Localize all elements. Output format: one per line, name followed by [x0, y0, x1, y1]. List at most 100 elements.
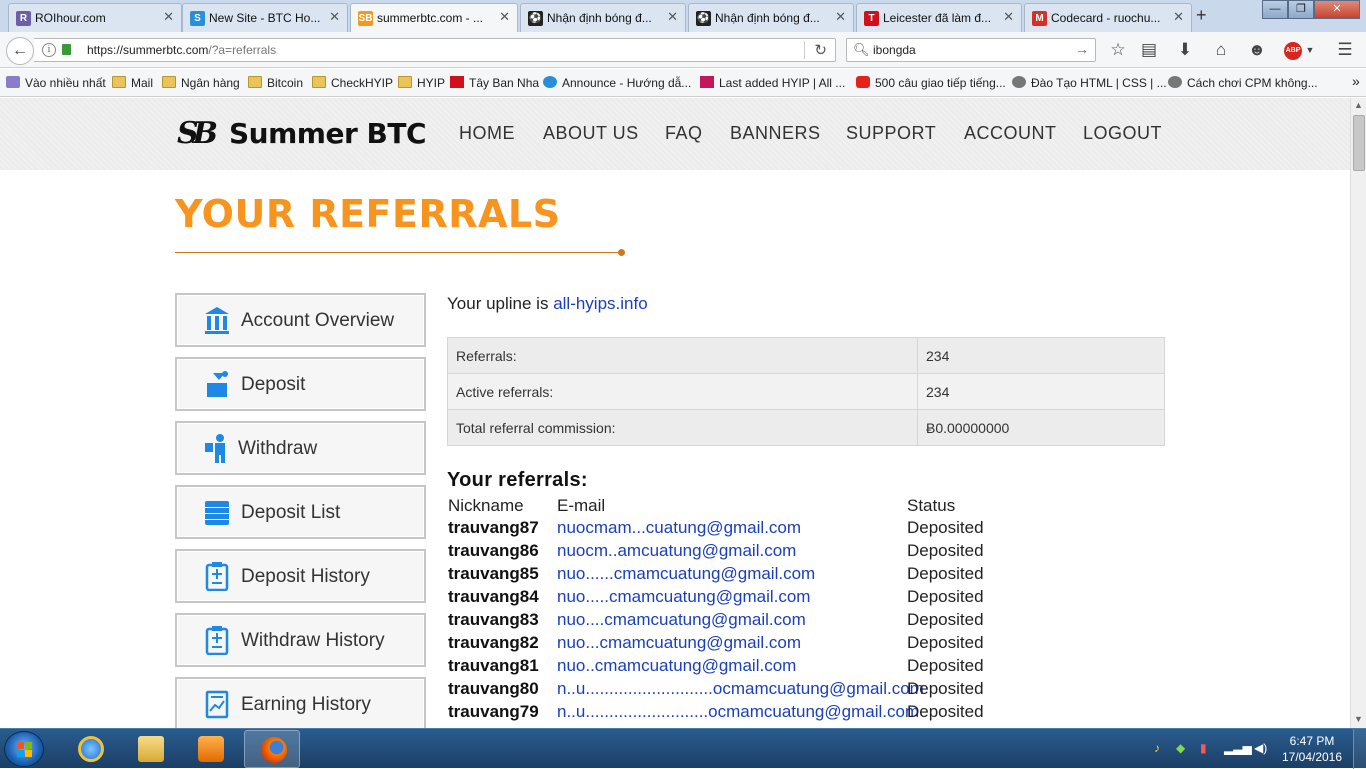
volume-icon[interactable]: ♪ — [1154, 741, 1160, 755]
reload-icon[interactable]: ↻ — [814, 41, 827, 59]
speaker-icon[interactable]: ◀) — [1254, 741, 1267, 755]
sidebar-withdraw-button[interactable]: Withdraw — [175, 421, 426, 475]
referrals-heading: Your referrals: — [447, 469, 588, 491]
taskbar-internet-explorer[interactable] — [62, 730, 118, 768]
sidebar-deposit-list-button[interactable]: Deposit List — [175, 485, 426, 539]
sidebar-withdraw-history-button[interactable]: Withdraw History — [175, 613, 426, 667]
tab-close-icon[interactable]: ✕ — [1003, 9, 1014, 25]
url-text[interactable]: https://summerbtc.com/?a=referrals — [87, 43, 276, 57]
taskbar-firefox[interactable] — [244, 730, 300, 768]
referral-email-link[interactable]: nuo...cmamcuatung@gmail.com — [557, 633, 801, 653]
sidebar-label: Deposit — [241, 374, 306, 395]
referral-email-link[interactable]: n..u...........................ocmamcuat… — [557, 679, 924, 699]
bookmark-item[interactable]: Vào nhiều nhất — [6, 76, 106, 90]
sidebar-account-overview-button[interactable]: Account Overview — [175, 293, 426, 347]
browser-tab[interactable]: ⚽ Nhận định bóng đ... ✕ — [520, 3, 686, 32]
tab-close-icon[interactable]: ✕ — [499, 9, 510, 25]
signal-icon[interactable]: ▂▃▅ — [1224, 741, 1252, 755]
show-desktop-button[interactable] — [1353, 729, 1366, 769]
system-clock[interactable]: 6:47 PM 17/04/2016 — [1280, 733, 1344, 765]
folder-icon — [112, 76, 126, 88]
tab-close-icon[interactable]: ✕ — [1173, 9, 1184, 25]
browser-tab[interactable]: ⚽ Nhận định bóng đ... ✕ — [688, 3, 854, 32]
referral-status: Deposited — [907, 564, 984, 583]
youtube-icon — [856, 76, 870, 88]
maximize-button[interactable]: ❐ — [1288, 0, 1314, 19]
stats-label: Total referral commission: — [447, 409, 918, 446]
info-icon[interactable]: i — [42, 43, 56, 57]
sidebar-deposit-button[interactable]: Deposit — [175, 357, 426, 411]
bookmark-item[interactable]: Announce - Hướng dẫ... — [543, 76, 691, 90]
nav-logout[interactable]: LOGOUT — [1083, 123, 1162, 144]
browser-tab[interactable]: SB summerbtc.com - ... ✕ — [350, 3, 518, 33]
bookmark-item[interactable]: Bitcoin — [248, 76, 303, 90]
dropdown-icon[interactable]: ▼ — [1298, 45, 1322, 55]
browser-tab[interactable]: T Leicester đã làm đ... ✕ — [856, 3, 1022, 32]
nav-about-us[interactable]: ABOUT US — [543, 123, 639, 144]
bookmark-item[interactable]: Đào Tạo HTML | CSS | ... — [1012, 76, 1167, 90]
scroll-down-icon[interactable]: ▼ — [1354, 714, 1363, 724]
referral-email-link[interactable]: nuo....cmamcuatung@gmail.com — [557, 610, 806, 630]
home-icon[interactable]: ⌂ — [1209, 40, 1233, 60]
power-icon[interactable]: ▮ — [1200, 741, 1207, 755]
bookmark-item[interactable]: CheckHYIP — [312, 76, 393, 90]
page-scrollbar[interactable]: ▲ ▼ — [1350, 98, 1366, 728]
new-tab-button[interactable]: + — [1196, 5, 1207, 26]
tab-close-icon[interactable]: ✕ — [163, 9, 174, 25]
bookmark-item[interactable]: Cách chơi CPM không... — [1168, 76, 1318, 90]
tab-close-icon[interactable]: ✕ — [329, 9, 340, 25]
bookmark-star-icon[interactable]: ☆ — [1106, 40, 1130, 60]
menu-icon[interactable]: ☰ — [1333, 40, 1357, 60]
taskbar-file-explorer[interactable] — [122, 730, 178, 768]
nav-account[interactable]: ACCOUNT — [964, 123, 1057, 144]
reading-list-icon[interactable]: ▤ — [1137, 40, 1161, 60]
tab-close-icon[interactable]: ✕ — [667, 9, 678, 25]
bookmarks-overflow-button[interactable]: » — [1352, 73, 1360, 89]
network-share-icon[interactable]: ◆ — [1176, 741, 1185, 755]
download-icon[interactable]: ⬇ — [1173, 40, 1197, 60]
bookmark-item[interactable]: Tây Ban Nha — [450, 76, 539, 90]
referral-email-link[interactable]: n..u..........................ocmamcuatu… — [557, 702, 919, 722]
address-bar[interactable]: i https://summerbtc.com/?a=referrals ↻ — [34, 38, 836, 62]
browser-tab[interactable]: S New Site - BTC Ho... ✕ — [182, 3, 348, 32]
navigation-toolbar: ← i https://summerbtc.com/?a=referrals ↻… — [0, 32, 1366, 68]
referral-email-link[interactable]: nuo.....cmamcuatung@gmail.com — [557, 587, 810, 607]
search-bar[interactable]: 🔍︎ ibongda → — [846, 38, 1096, 62]
referral-nickname: trauvang85 — [448, 564, 539, 583]
referral-nickname: trauvang82 — [448, 633, 539, 652]
smiley-icon[interactable]: ☻ — [1245, 40, 1269, 60]
upline-link[interactable]: all-hyips.info — [553, 294, 648, 313]
nav-home[interactable]: HOME — [459, 123, 515, 144]
browser-tab[interactable]: R ROIhour.com ✕ — [8, 3, 182, 32]
referral-email-link[interactable]: nuocm..amcuatung@gmail.com — [557, 541, 796, 561]
bookmark-item[interactable]: 500 câu giao tiếp tiếng... — [856, 76, 1006, 90]
bookmark-item[interactable]: Last added HYIP | All ... — [700, 76, 845, 90]
bookmark-item[interactable]: Mail — [112, 76, 153, 90]
sidebar-earning-history-button[interactable]: Earning History — [175, 677, 426, 728]
tab-close-icon[interactable]: ✕ — [835, 9, 846, 25]
browser-tab[interactable]: M Codecard - ruochu... ✕ — [1024, 3, 1192, 32]
scroll-up-icon[interactable]: ▲ — [1354, 100, 1363, 110]
minimize-button[interactable]: — — [1262, 0, 1288, 19]
sidebar-deposit-history-button[interactable]: Deposit History — [175, 549, 426, 603]
folder-icon — [312, 76, 326, 88]
referral-email-link[interactable]: nuo......cmamcuatung@gmail.com — [557, 564, 815, 584]
scrollbar-thumb[interactable] — [1353, 115, 1365, 171]
referral-email-link[interactable]: nuo..cmamcuatung@gmail.com — [557, 656, 796, 676]
search-input[interactable]: ibongda — [873, 43, 916, 57]
title-underline-dot — [618, 249, 625, 256]
close-window-button[interactable]: ✕ — [1314, 0, 1360, 19]
search-go-icon[interactable]: → — [1075, 41, 1089, 57]
referral-status: Deposited — [907, 633, 984, 652]
referral-email-link[interactable]: nuocmam...cuatung@gmail.com — [557, 518, 801, 538]
taskbar-media-player[interactable] — [182, 730, 238, 768]
start-button[interactable] — [4, 731, 44, 767]
bookmark-item[interactable]: HYIP — [398, 76, 445, 90]
tab-favicon-icon: S — [190, 11, 205, 26]
lock-icon[interactable] — [62, 44, 71, 55]
nav-support[interactable]: SUPPORT — [846, 123, 936, 144]
bookmark-item[interactable]: Ngân hàng — [162, 76, 240, 90]
nav-banners[interactable]: BANNERS — [730, 123, 821, 144]
nav-faq[interactable]: FAQ — [665, 123, 703, 144]
back-button[interactable]: ← — [6, 37, 34, 65]
